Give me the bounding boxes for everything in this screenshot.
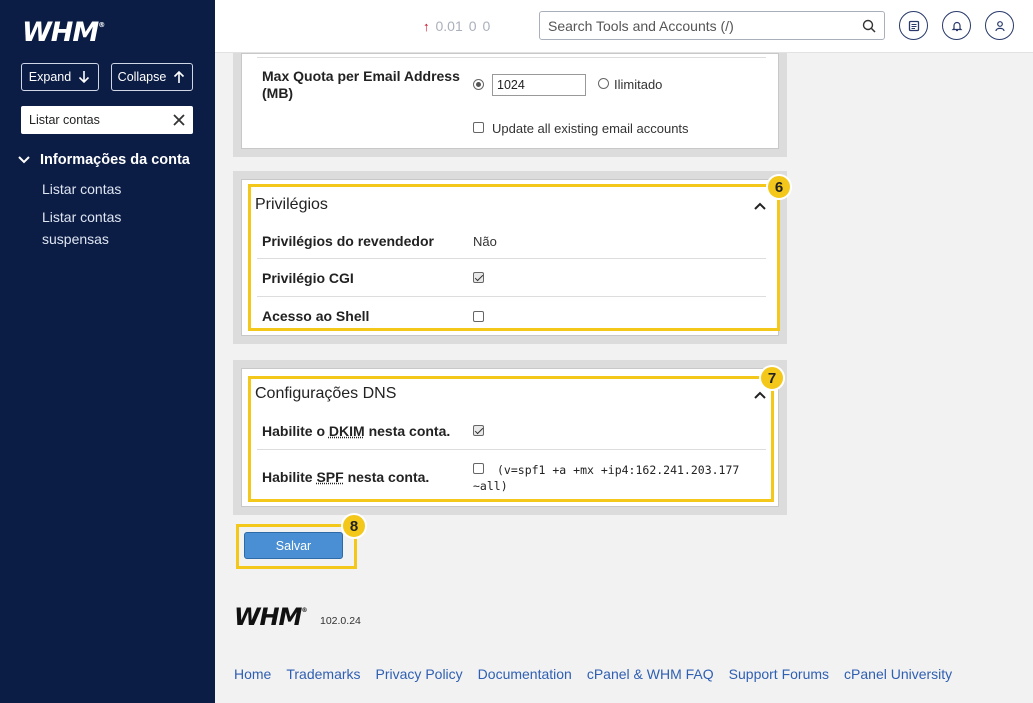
spf-record-line2: ~all) xyxy=(473,479,508,493)
divider xyxy=(257,57,766,58)
unlimited-label: Ilimitado xyxy=(614,77,663,92)
chevron-down-icon xyxy=(18,156,30,164)
divider xyxy=(257,449,766,450)
footer-link-forums[interactable]: Support Forums xyxy=(729,666,829,682)
footer-link-privacy[interactable]: Privacy Policy xyxy=(376,666,463,682)
dkim-checkbox[interactable] xyxy=(473,425,484,436)
load-15min: 0 xyxy=(482,18,491,34)
server-load: ↑ 0.01 0 0 xyxy=(423,18,490,34)
step-badge-7: 7 xyxy=(759,365,785,391)
footer-links: Home Trademarks Privacy Policy Documenta… xyxy=(234,666,952,682)
global-search-input[interactable] xyxy=(548,17,848,34)
expand-label: Expand xyxy=(28,70,72,84)
user-icon xyxy=(994,20,1005,31)
cgi-privilege-checkbox[interactable] xyxy=(473,272,484,283)
spf-label: Habilite SPF nesta conta. xyxy=(262,469,430,485)
footer-whm-logo: WHM® xyxy=(234,603,307,631)
reseller-privileges-label: Privilégios do revendedor xyxy=(262,233,434,249)
whm-logo[interactable]: WHM® xyxy=(22,17,105,48)
dns-title: Configurações DNS xyxy=(255,385,397,402)
sidebar-item-list-accounts[interactable]: Listar contas xyxy=(42,178,121,200)
footer-link-documentation[interactable]: Documentation xyxy=(478,666,572,682)
sidebar-item-list-suspended[interactable]: Listar contas suspensas xyxy=(42,206,182,250)
notes-button[interactable] xyxy=(899,11,928,40)
notifications-button[interactable] xyxy=(942,11,971,40)
step-badge-6: 6 xyxy=(766,174,792,200)
step-badge-8: 8 xyxy=(341,513,367,539)
update-existing-checkbox[interactable] xyxy=(473,122,484,133)
version-number: 102.0.24 xyxy=(320,615,361,627)
collapse-label: Collapse xyxy=(117,70,167,84)
sidebar-category-account-info[interactable]: Informações da conta xyxy=(17,152,190,168)
divider xyxy=(257,296,766,297)
notes-icon xyxy=(908,20,919,31)
dkim-abbr: DKIM xyxy=(328,423,365,439)
chevron-up-icon[interactable] xyxy=(754,391,766,399)
arrow-up-icon xyxy=(174,70,185,83)
footer-link-trademarks[interactable]: Trademarks xyxy=(286,666,360,682)
spf-record-line1: (v=spf1 +a +mx +ip4:162.241.203.177 xyxy=(497,463,740,477)
clear-search-icon[interactable] xyxy=(171,112,187,128)
global-search xyxy=(539,11,885,40)
reseller-privileges-value: Não xyxy=(473,234,497,249)
quota-unlimited-radio[interactable] xyxy=(598,78,609,89)
load-1min: 0.01 xyxy=(435,18,463,34)
expand-button[interactable]: Expand xyxy=(21,63,99,91)
load-up-arrow-icon: ↑ xyxy=(423,18,430,34)
footer-link-faq[interactable]: cPanel & WHM FAQ xyxy=(587,666,714,682)
privileges-title: Privilégios xyxy=(255,196,328,213)
quota-value-input[interactable] xyxy=(492,74,586,96)
collapse-button[interactable]: Collapse xyxy=(111,63,193,91)
search-icon[interactable] xyxy=(862,19,876,33)
footer-link-home[interactable]: Home xyxy=(234,666,271,682)
sidebar-search xyxy=(21,106,193,134)
footer-link-university[interactable]: cPanel University xyxy=(844,666,952,682)
quota-custom-radio[interactable] xyxy=(473,79,484,90)
top-bar: ↑ 0.01 0 0 xyxy=(215,0,1033,53)
user-menu-button[interactable] xyxy=(985,11,1014,40)
load-5min: 0 xyxy=(468,18,477,34)
max-quota-label: Max Quota per Email Address (MB) xyxy=(262,68,460,101)
spf-checkbox[interactable] xyxy=(473,463,484,474)
sidebar: WHM® Expand Collapse Informações da cont… xyxy=(0,0,215,703)
bell-icon xyxy=(951,21,962,31)
sidebar-search-input[interactable] xyxy=(29,113,169,127)
update-existing-label: Update all existing email accounts xyxy=(492,121,689,136)
sidebar-category-label: Informações da conta xyxy=(40,152,190,168)
dkim-label: Habilite o DKIM nesta conta. xyxy=(262,423,451,439)
shell-access-label: Acesso ao Shell xyxy=(262,308,370,324)
shell-access-checkbox[interactable] xyxy=(473,311,484,322)
chevron-up-icon[interactable] xyxy=(754,202,766,210)
spf-abbr: SPF xyxy=(316,469,344,485)
arrow-down-icon xyxy=(79,71,90,84)
save-button[interactable]: Salvar xyxy=(244,532,343,559)
cgi-privilege-label: Privilégio CGI xyxy=(262,270,354,286)
divider xyxy=(257,258,766,259)
